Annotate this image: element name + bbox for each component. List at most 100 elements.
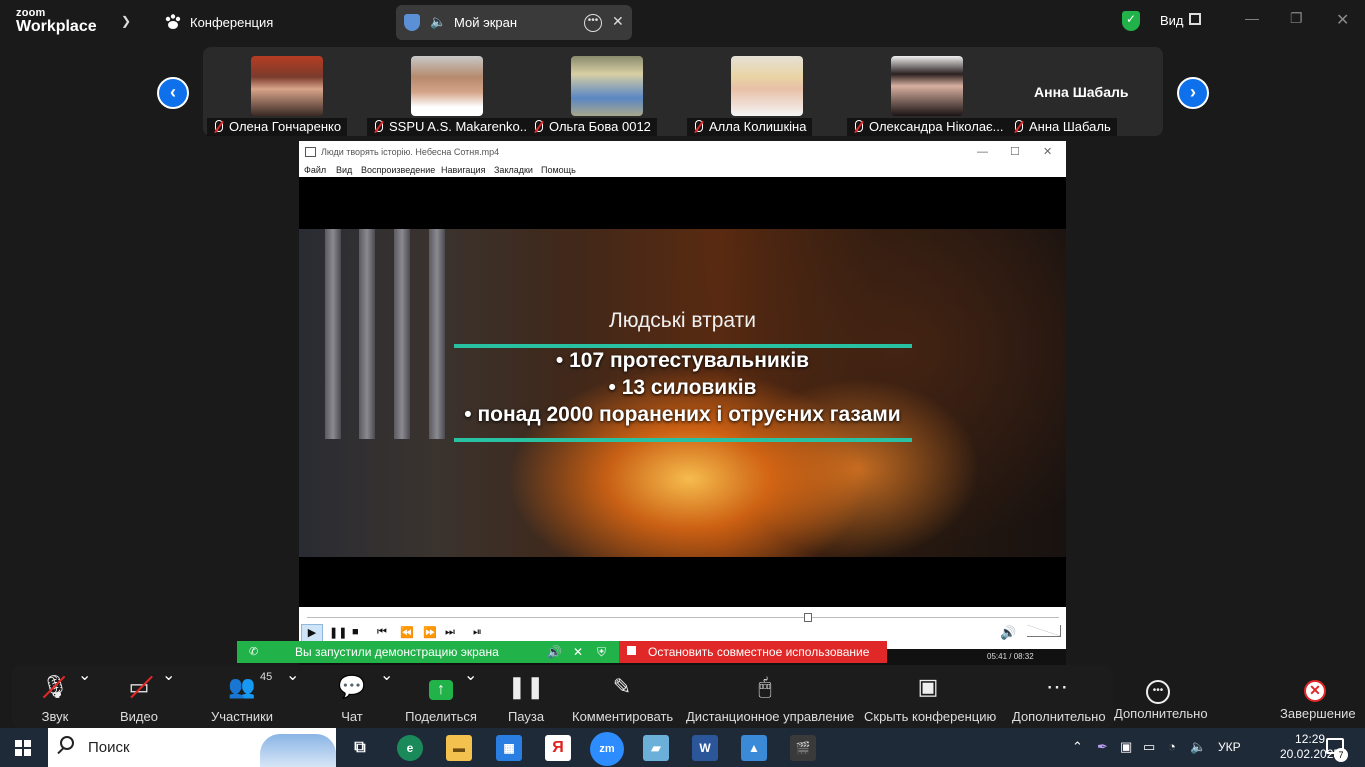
windows-taskbar: Поиск ⧉ e ▬ ▦ Я zm ▰ W ▲ 🎬 ⌃ ✒ ▣ ▭ ◔ 🔈 У… — [0, 728, 1365, 767]
player-maximize-icon[interactable]: ☐ — [1010, 141, 1020, 163]
store-icon[interactable]: ▦ — [496, 735, 522, 761]
window-close-icon[interactable]: ✕ — [1336, 10, 1349, 30]
pause-share-button[interactable]: ❚❚ Пауза — [504, 665, 548, 728]
menu-file[interactable]: Файл — [304, 163, 326, 177]
audio-chevron-icon[interactable]: ⌄ — [78, 665, 91, 728]
frame-step-icon[interactable]: ⏯ — [473, 626, 482, 639]
word-icon[interactable]: W — [692, 735, 718, 761]
chat-chevron-icon[interactable]: ⌄ — [380, 665, 393, 728]
my-screen-pill[interactable]: 🔈 Мой экран ••• ✕ — [396, 5, 632, 40]
avatar — [411, 56, 483, 116]
volume-icon[interactable]: 🔊 — [1000, 625, 1016, 641]
chat-icon: 💬 — [338, 674, 366, 699]
conference-label[interactable]: Конференция — [190, 15, 273, 30]
chat-button[interactable]: 💬 Чат — [332, 665, 372, 728]
video-chevron-icon[interactable]: ⌄ — [162, 665, 175, 728]
clapper-icon[interactable]: 🎬 — [790, 735, 816, 761]
notes-icon[interactable]: ▰ — [643, 735, 669, 761]
volume-slider[interactable] — [1027, 625, 1061, 637]
speaker-icon[interactable]: 🔊 — [547, 641, 562, 663]
pen-tray-icon[interactable]: ✒ — [1097, 739, 1108, 755]
share-chevron-icon[interactable]: ⌄ — [464, 665, 477, 728]
video-line: • 13 силовиків — [608, 376, 757, 399]
participant-tile[interactable]: Ольга Бова 0012 — [527, 56, 687, 136]
maximize-icon[interactable]: ❐ — [1290, 10, 1303, 27]
hide-meeting-button[interactable]: ▣ Скрыть конференцию — [864, 665, 997, 728]
accent-bar-bottom — [454, 438, 912, 442]
play-button[interactable]: ▶ — [301, 624, 323, 642]
participant-strip: Олена Гончаренко SSPU A.S. Makarenko... … — [203, 47, 1163, 136]
more-outside-label[interactable]: Дополнительно — [1114, 706, 1208, 721]
accent-bar-top — [454, 344, 912, 348]
menu-navigation[interactable]: Навигация — [441, 163, 485, 177]
windows-start-icon[interactable] — [15, 740, 31, 756]
pause-icon: ❚❚ — [507, 674, 545, 699]
yandex-icon[interactable]: Я — [545, 735, 571, 761]
edge-icon[interactable]: e — [397, 735, 423, 761]
more-button[interactable]: ⋯ Дополнительно — [1012, 665, 1106, 728]
muted-mic-icon — [373, 120, 383, 134]
participant-tile[interactable]: Олена Гончаренко — [207, 56, 367, 136]
meet-now-icon[interactable]: ▣ — [1120, 739, 1132, 755]
hide-meeting-label: Скрыть конференцию — [864, 709, 997, 724]
tray-expand-icon[interactable]: ⌃ — [1072, 739, 1083, 755]
film-icon — [305, 147, 316, 157]
muted-mic-icon — [853, 120, 863, 134]
participant-name: Ольга Бова 0012 — [527, 118, 657, 136]
audio-button[interactable]: 🎙 Звук — [30, 665, 80, 728]
muted-mic-icon[interactable]: ✕ — [573, 641, 583, 663]
end-label[interactable]: Завершение — [1280, 706, 1356, 721]
security-shield-icon[interactable] — [1122, 11, 1140, 31]
zoom-icon[interactable]: zm — [590, 732, 624, 766]
pause-button[interactable]: ❚❚ — [329, 626, 347, 639]
stop-sharing-label: Остановить совместное использование — [648, 645, 870, 659]
previous-icon[interactable]: ⏮ — [377, 626, 387, 639]
search-label: Поиск — [88, 739, 130, 756]
battery-icon[interactable]: ▭ — [1143, 739, 1155, 755]
speaker-tray-icon[interactable]: 🔈 — [1190, 739, 1206, 755]
participant-tile[interactable]: SSPU A.S. Makarenko... — [367, 56, 527, 136]
participants-button[interactable]: 👥 45 Участники — [208, 665, 276, 728]
minimize-icon[interactable]: — — [1245, 10, 1259, 26]
view-button[interactable]: Вид — [1160, 13, 1184, 28]
participant-tile[interactable]: Алла Колишкіна — [687, 56, 847, 136]
next-page-button[interactable]: › — [1177, 77, 1209, 109]
annotate-button[interactable]: ✎ Комментировать — [572, 665, 673, 728]
menu-view[interactable]: Вид — [336, 163, 352, 177]
next-icon[interactable]: ⏭ — [445, 626, 455, 639]
menu-bookmarks[interactable]: Закладки — [494, 163, 533, 177]
speaker-icon[interactable]: 🔈 — [430, 14, 446, 30]
wifi-icon[interactable]: ◔ — [1168, 739, 1176, 754]
seek-handle[interactable] — [803, 613, 812, 622]
muted-mic-icon — [213, 120, 223, 134]
seek-bar[interactable] — [307, 617, 1059, 618]
photos-icon[interactable]: ▲ — [741, 735, 767, 761]
remote-control-button[interactable]: 🖱 Дистанционное управление — [686, 665, 854, 728]
close-icon[interactable]: ✕ — [612, 13, 624, 30]
more-outside-icon[interactable]: ••• — [1146, 680, 1170, 704]
more-options-icon[interactable]: ••• — [584, 14, 602, 32]
video-button[interactable]: ▭ Видео — [110, 665, 168, 728]
participants-label: Участники — [210, 709, 274, 724]
video-frame[interactable]: Людські втрати • 107 протестувальників •… — [299, 229, 1066, 557]
player-close-icon[interactable]: ✕ — [1043, 141, 1052, 163]
menu-playback[interactable]: Воспроизведение — [361, 163, 435, 177]
menu-help[interactable]: Помощь — [541, 163, 576, 177]
file-explorer-icon[interactable]: ▬ — [446, 735, 472, 761]
taskbar-search[interactable]: Поиск — [48, 728, 336, 767]
prev-page-button[interactable]: ‹ — [157, 77, 189, 109]
stop-sharing-button[interactable]: Остановить совместное использование — [619, 641, 887, 663]
app-menu-chevron-icon[interactable]: ❯ — [121, 14, 131, 28]
stop-button[interactable]: ■ — [352, 626, 359, 638]
fast-forward-icon[interactable]: ⏩ — [423, 626, 437, 639]
participants-chevron-icon[interactable]: ⌄ — [286, 665, 299, 728]
participant-tile[interactable]: Олександра Ніколає... — [847, 56, 1007, 136]
end-icon[interactable]: ✕ — [1304, 680, 1326, 702]
grid-view-icon[interactable] — [1189, 13, 1201, 25]
language-indicator[interactable]: УКР — [1218, 740, 1241, 754]
task-view-icon[interactable]: ⧉ — [347, 735, 373, 761]
player-minimize-icon[interactable]: — — [977, 141, 988, 163]
shield-icon[interactable]: ⛨ — [597, 641, 606, 663]
rewind-icon[interactable]: ⏪ — [400, 626, 414, 639]
audio-label: Звук — [41, 709, 69, 724]
